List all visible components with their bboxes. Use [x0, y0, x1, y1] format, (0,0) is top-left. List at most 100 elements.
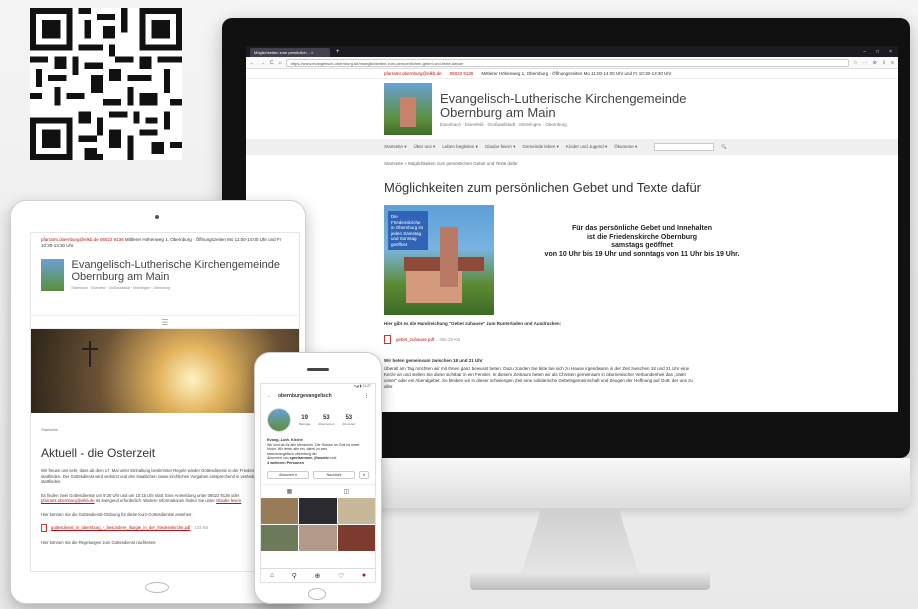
site-title-line1[interactable]: Evangelisch-Lutherische Kirchengemeinde [440, 91, 686, 106]
nav-item-startseite[interactable]: Startseite ▾ [384, 144, 407, 150]
back-arrow-icon[interactable]: ← [267, 393, 272, 399]
qr-code-graphic [30, 8, 182, 160]
church-poster-image: Die Friedenskirche in Obernburg ist jede… [384, 205, 494, 315]
grid-tab-icon[interactable]: ▦ [287, 488, 293, 495]
tablet-camera [155, 215, 159, 219]
home-icon[interactable]: ⌂ [279, 60, 282, 66]
tablet-contact-bar: pfarramt.obernburg@elkb.de 06022 9136 Mi… [31, 233, 299, 253]
qr-code [30, 8, 182, 160]
tablet-email-link[interactable]: pfarramt.obernburg@elkb.de [41, 237, 99, 242]
follow-button[interactable]: Abonniert ▾ [267, 470, 309, 479]
maximize-button[interactable]: □ [876, 47, 879, 57]
browser-tools: ☆ ⋯ ⊘ ⇩ ≡ [853, 60, 894, 66]
post-thumbnail[interactable] [299, 497, 337, 524]
site-contact-bar: pfarramt.obernburg@elkb.de 06022 9136 Mi… [246, 69, 898, 79]
downloads-icon[interactable]: ⇩ [882, 60, 886, 66]
bio-url[interactable]: www.evangelisch-obernburg.de/ [267, 452, 317, 456]
tablet-home-button[interactable] [145, 582, 169, 593]
glaube-feiern-link[interactable]: Glaube feiern [216, 498, 241, 503]
bio-text: Wir sind da für alle Menschen. Der Glaub… [267, 442, 360, 452]
poster-label: Die Friedenskirche in Obernburg ist jede… [388, 211, 428, 250]
address-bar[interactable]: https://www.evangelisch-obernburg.de/moe… [285, 58, 850, 67]
file-link[interactable]: gebet_zuhause.pdf [396, 337, 434, 342]
followers-value: 53 [322, 414, 330, 421]
followers-label: Abonnenten [318, 421, 335, 426]
pdf-icon [41, 523, 47, 532]
tablet-site-title[interactable]: Evangelisch-Lutherische Kirchengemeinde … [72, 259, 290, 283]
monitor-base [470, 572, 710, 590]
tablet-phone-link[interactable]: 06022 9136 [100, 237, 124, 242]
post-grid [261, 497, 375, 551]
menu-icon[interactable]: ≡ [891, 60, 894, 66]
tablet-logo[interactable] [41, 259, 64, 291]
posts-value: 19 [301, 414, 308, 421]
reload-icon[interactable]: C [270, 60, 274, 66]
browser-tab[interactable]: Möglichkeiten zum persönlich... × [250, 48, 330, 57]
tagged-tab-icon[interactable]: ◫ [344, 488, 350, 495]
tablet-site-subtitle: Eisenbach · Eisenfeld · Großwallstadt · … [71, 286, 171, 290]
post-thumbnail[interactable] [261, 524, 299, 551]
search-icon[interactable]: ⚲ [292, 572, 297, 580]
message-button[interactable]: Nachricht [313, 470, 355, 479]
bio-followed-by: Abonniert von [267, 456, 289, 461]
add-post-icon[interactable]: ⊕ [314, 572, 320, 580]
tablet-file-link[interactable]: gottesdienst_in_obernburg_-_besondere_li… [51, 525, 190, 530]
phone-screen: ▾◢ ▮ 11:27 ← obernburgevangelisch ⋮ 19 B… [260, 383, 376, 583]
search-icon[interactable]: 🔍 [721, 144, 727, 150]
bio-follower-2[interactable]: jfioszeln [314, 456, 329, 460]
window-controls: – □ × [863, 47, 898, 57]
close-tab-icon[interactable]: × [311, 50, 313, 55]
notice-line-3: samstags geöffnet [611, 242, 673, 249]
profile-icon[interactable]: ● [362, 572, 366, 579]
search-input[interactable] [654, 143, 715, 151]
bookmark-star-icon[interactable]: ☆ [853, 60, 857, 66]
post-thumbnail[interactable] [299, 524, 337, 551]
poster-church-tower [440, 227, 458, 287]
post-thumbnail[interactable] [337, 524, 375, 551]
more-options-icon[interactable]: ⋮ [364, 393, 369, 399]
instagram-profile: 19 Beiträge 53 Abonnenten 53 Abonniert [261, 402, 375, 438]
notice-row: Die Friedenskirche in Obernburg ist jede… [246, 195, 898, 315]
tablet-para-2b: ist zwingend erforderlich. Weitere Infor… [95, 498, 215, 504]
notice-line-4: von 10 Uhr bis 19 Uhr und sonntags von 1… [544, 250, 740, 258]
email-link[interactable]: pfarramt.obernburg@elkb.de [384, 71, 442, 76]
file-size: 356,29 KB [439, 337, 461, 342]
back-arrow-icon[interactable]: ← [250, 60, 255, 66]
following-count[interactable]: 53 Abonniert [342, 415, 355, 426]
nav-item-kinder-jugend[interactable]: Kinder und Jugend ▾ [566, 144, 607, 150]
page-actions-icon[interactable]: ⋯ [863, 60, 868, 66]
minimize-button[interactable]: – [863, 47, 866, 57]
followers-count[interactable]: 53 Abonnenten [318, 415, 334, 426]
browser-tab-title: Möglichkeiten zum persönlich... [254, 50, 310, 55]
tablet-para-2a: Es finden zwei Gottesdienste um 9:30 Uhr… [41, 492, 240, 498]
shield-icon[interactable]: ⊘ [873, 60, 877, 66]
avatar[interactable] [267, 408, 291, 432]
heart-icon[interactable]: ♡ [338, 572, 344, 580]
nav-item-glaube-feiern[interactable]: Glaube feiern ▾ [485, 144, 516, 150]
bio-follower-1[interactable]: sperlarnmen [290, 456, 313, 460]
nav-item-leben-begleiten[interactable]: Leben begleiten ▾ [442, 144, 478, 150]
tablet-email-inline-link[interactable]: pfarramt.obernburg@elkb.de [41, 498, 95, 503]
site-logo[interactable] [384, 83, 432, 135]
phone-home-button[interactable] [308, 588, 326, 600]
nav-item-gemeinde-leben[interactable]: Gemeinde leben ▾ [522, 144, 559, 150]
breadcrumb[interactable]: Startseite » Möglichkeiten zum persönlic… [246, 155, 898, 166]
home-icon[interactable]: ⌂ [270, 572, 274, 579]
close-window-button[interactable]: × [889, 47, 892, 57]
phone-link[interactable]: 06022 9136 [450, 71, 474, 76]
new-tab-button[interactable]: + [336, 48, 340, 57]
tablet-file-size: 133 KB [194, 525, 209, 531]
site-title-line2[interactable]: Obernburg am Main [440, 105, 686, 120]
opening-notice: Für das persönliche Gebet und Innehalten… [512, 205, 772, 315]
nav-item-ueber-uns[interactable]: Über uns ▾ [414, 144, 436, 150]
phone-speaker [307, 368, 329, 371]
posts-count[interactable]: 19 Beiträge [299, 415, 310, 426]
post-thumbnail[interactable] [261, 497, 299, 524]
post-thumbnail[interactable] [337, 497, 375, 524]
nav-item-oekumene[interactable]: Ökumene ▾ [614, 144, 637, 150]
forward-arrow-icon[interactable]: → [260, 60, 265, 66]
hamburger-menu-icon[interactable]: ☰ [31, 315, 299, 329]
profile-actions: Abonniert ▾ Nachricht ▾ [261, 466, 375, 484]
bio-more-followers[interactable]: 4 weiteren Personen [267, 461, 304, 465]
suggestions-button[interactable]: ▾ [359, 470, 369, 479]
